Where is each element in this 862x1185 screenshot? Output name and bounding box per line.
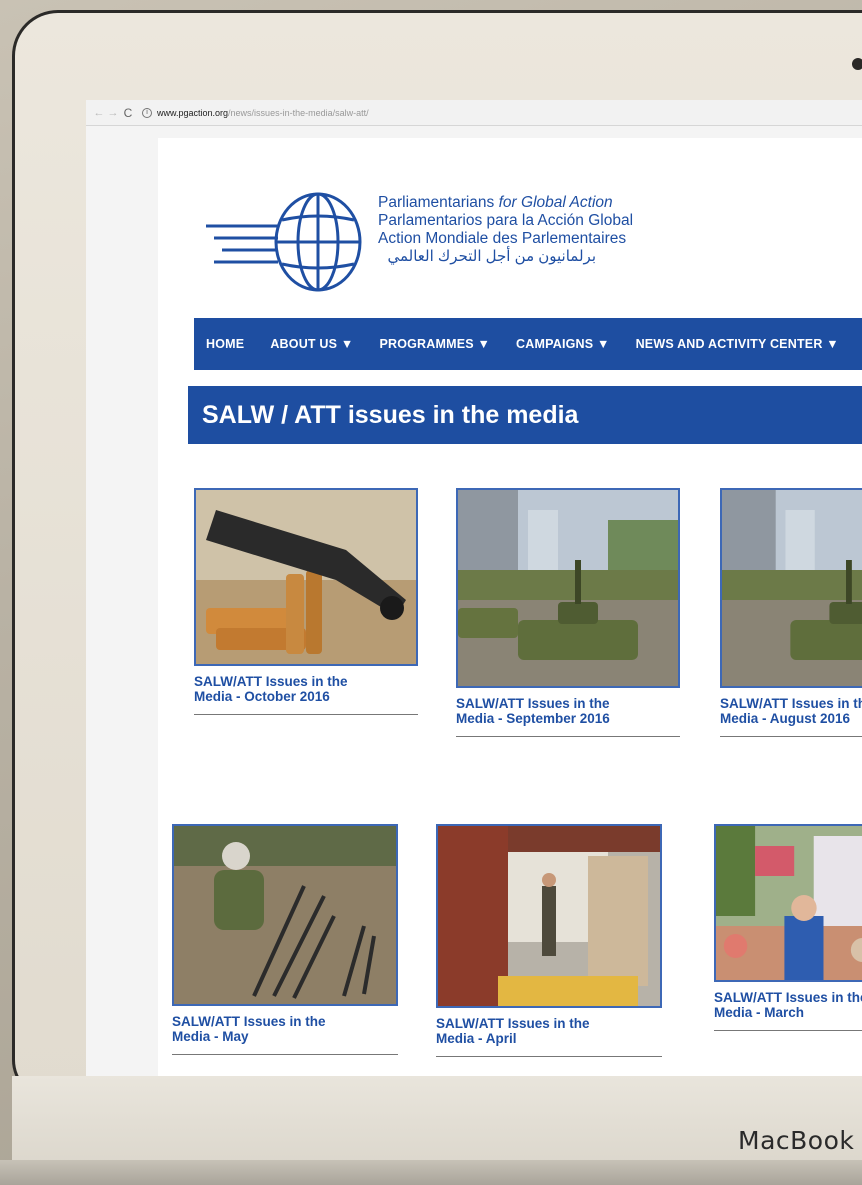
card-divider — [436, 1056, 662, 1057]
media-card-may[interactable]: SALW/ATT Issues in the Media - May — [172, 824, 398, 1055]
card-title-line1: SALW/ATT Issues in the — [172, 1014, 326, 1029]
org-name-en-italic: for Global Action — [498, 194, 613, 211]
card-divider — [456, 736, 680, 737]
card-title-line1: SALW/ATT Issues in the — [436, 1016, 590, 1031]
tank-parade-image — [722, 490, 862, 686]
organization-names: Parliamentarians for Global Action Parla… — [378, 194, 633, 266]
protest-crowd-image — [716, 826, 862, 980]
tank-parade-image — [458, 490, 678, 686]
laptop-base — [0, 1160, 862, 1185]
card-title[interactable]: SALW/ATT Issues in the Media - August 20… — [720, 696, 862, 726]
page-content: Parliamentarians for Global Action Parla… — [158, 138, 862, 1076]
nav-campaigns[interactable]: CAMPAIGNS ▼ — [516, 337, 610, 351]
card-title-line2: Media - September 2016 — [456, 711, 610, 726]
page-title: SALW / ATT issues in the media — [202, 400, 579, 429]
card-title-line2: Media - May — [172, 1029, 249, 1044]
back-arrow-icon[interactable]: ← — [92, 107, 106, 119]
laptop-screen: ← → C i www.pgaction.org/news/issues-in-… — [86, 100, 862, 1076]
card-thumbnail[interactable] — [456, 488, 680, 688]
card-title-line2: Media - August 2016 — [720, 711, 851, 726]
org-name-fr: Action Mondiale des Parlementaires — [378, 230, 627, 247]
card-title[interactable]: SALW/ATT Issues in the Media - April — [436, 1016, 662, 1046]
media-card-august-2016[interactable]: SALW/ATT Issues in the Media - August 20… — [720, 488, 862, 737]
nav-about-us[interactable]: ABOUT US ▼ — [270, 337, 353, 351]
address-bar[interactable]: i www.pgaction.org/news/issues-in-the-me… — [142, 104, 862, 122]
card-thumbnail[interactable] — [172, 824, 398, 1006]
card-title-line1: SALW/ATT Issues in the — [720, 696, 862, 711]
media-card-april[interactable]: SALW/ATT Issues in the Media - April — [436, 824, 662, 1057]
card-title-line1: SALW/ATT Issues in the — [714, 990, 862, 1005]
nav-home[interactable]: HOME — [206, 337, 244, 351]
card-title[interactable]: SALW/ATT Issues in the Media - March — [714, 990, 862, 1020]
card-divider — [720, 736, 862, 737]
web-page: Parliamentarians for Global Action Parla… — [86, 126, 862, 1076]
reload-icon[interactable]: C — [120, 106, 136, 120]
org-name-es: Parlamentarios para la Acción Global — [378, 212, 634, 229]
nav-programmes[interactable]: PROGRAMMES ▼ — [379, 337, 490, 351]
card-title[interactable]: SALW/ATT Issues in the Media - May — [172, 1014, 398, 1044]
rifle-ammunition-image — [196, 490, 416, 664]
media-card-march[interactable]: SALW/ATT Issues in the Media - March — [714, 824, 862, 1031]
url-host: www.pgaction.org — [157, 107, 229, 118]
page-title-bar: SALW / ATT issues in the media — [188, 386, 862, 444]
nav-news-activity-center[interactable]: NEWS AND ACTIVITY CENTER ▼ — [636, 337, 839, 351]
media-card-september-2016[interactable]: SALW/ATT Issues in the Media - September… — [456, 488, 680, 737]
card-title-line1: SALW/ATT Issues in the — [194, 674, 348, 689]
url-path: /news/issues-in-the-media/salw-att/ — [228, 107, 369, 118]
card-title-line2: Media - October 2016 — [194, 689, 330, 704]
card-thumbnail[interactable] — [194, 488, 418, 666]
org-name-en: Parliamentarians for Global Action — [378, 194, 633, 212]
card-title[interactable]: SALW/ATT Issues in the Media - September… — [456, 696, 680, 726]
card-title-line2: Media - March — [714, 1005, 805, 1020]
main-navigation: HOME ABOUT US ▼ PROGRAMMES ▼ CAMPAIGNS ▼… — [194, 318, 862, 370]
card-thumbnail[interactable] — [714, 824, 862, 982]
soldier-shelter-image — [438, 826, 660, 1006]
org-name-en-text: Parliamentarians — [378, 194, 495, 211]
webcam — [852, 58, 862, 70]
media-card-october-2016[interactable]: SALW/ATT Issues in the Media - October 2… — [194, 488, 418, 715]
browser-toolbar: ← → C i www.pgaction.org/news/issues-in-… — [86, 100, 862, 126]
card-thumbnail[interactable] — [720, 488, 862, 688]
card-thumbnail[interactable] — [436, 824, 662, 1008]
card-divider — [714, 1030, 862, 1031]
org-name-ar: برلمانيون من أجل التحرك العالمي — [387, 248, 596, 265]
card-divider — [194, 714, 418, 715]
weapons-collection-image — [174, 826, 396, 1004]
card-title-line2: Media - April — [436, 1031, 517, 1046]
macbook-label: MacBook — [738, 1126, 855, 1155]
card-title-line1: SALW/ATT Issues in the — [456, 696, 610, 711]
pga-globe-logo-icon[interactable] — [206, 192, 366, 296]
info-icon[interactable]: i — [142, 107, 152, 118]
forward-arrow-icon[interactable]: → — [106, 107, 120, 119]
card-title[interactable]: SALW/ATT Issues in the Media - October 2… — [194, 674, 418, 704]
card-divider — [172, 1054, 398, 1055]
